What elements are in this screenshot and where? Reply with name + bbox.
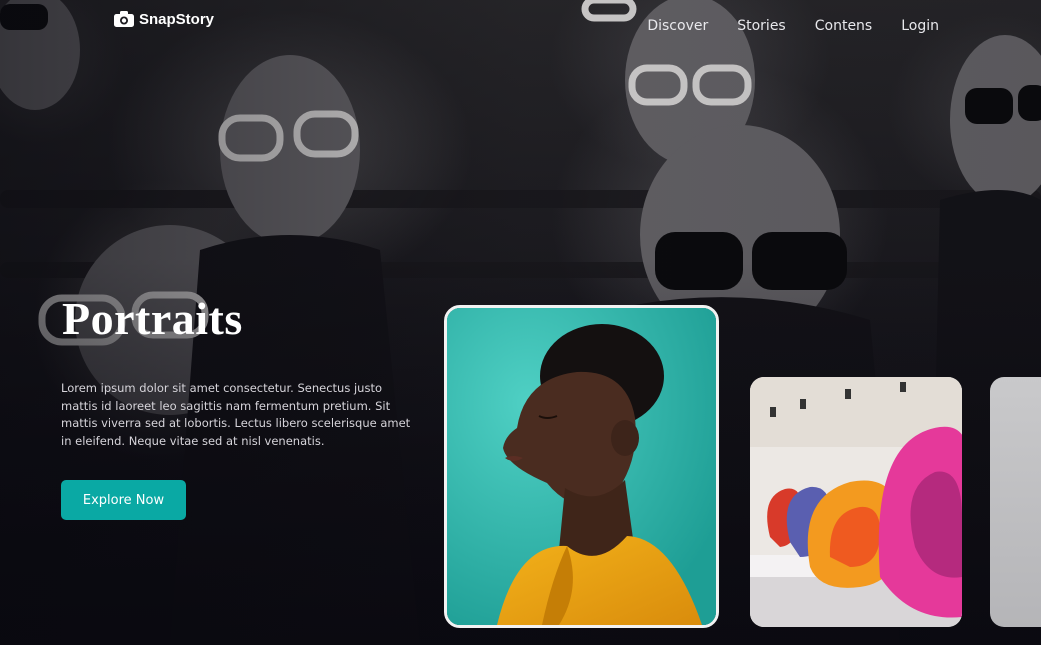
nav-discover[interactable]: Discover: [647, 18, 708, 34]
app-name: SnapStory: [139, 10, 215, 28]
hero-title: Portraits: [62, 293, 243, 344]
portrait-photo: [447, 308, 716, 625]
explore-now-button[interactable]: Explore Now: [61, 480, 186, 520]
top-nav: Discover Stories Contens Login: [647, 18, 939, 34]
camera-icon: [114, 11, 134, 27]
gallery-card-portrait[interactable]: [444, 305, 719, 628]
nav-login[interactable]: Login: [901, 18, 939, 34]
gallery-card-sculpture[interactable]: [750, 377, 962, 627]
app-logo[interactable]: SnapStory: [113, 10, 214, 28]
gallery-card-partial[interactable]: [990, 377, 1041, 627]
gallery-sculpture-photo: [750, 377, 962, 627]
nav-contens[interactable]: Contens: [815, 18, 872, 34]
partial-photo: [990, 377, 1041, 627]
nav-stories[interactable]: Stories: [737, 18, 786, 34]
hero-description: Lorem ipsum dolor sit amet consectetur. …: [61, 381, 411, 448]
